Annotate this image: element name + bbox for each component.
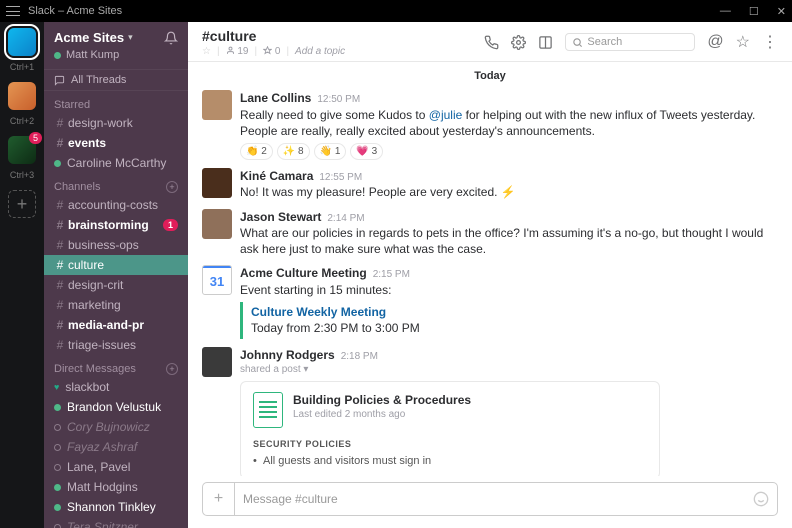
sidebar-item-cory-bujnowicz[interactable]: Cory Bujnowicz — [44, 417, 188, 437]
avatar[interactable] — [202, 90, 232, 120]
sidebar-item-lane-pavel[interactable]: Lane, Pavel — [44, 457, 188, 477]
add-dm-button[interactable]: + — [166, 363, 178, 375]
sidebar-item-design-work[interactable]: #design-work — [44, 113, 188, 133]
pin-count[interactable]: 0 — [263, 46, 280, 57]
reaction[interactable]: 👋 1 — [314, 143, 347, 160]
message-time: 2:15 PM — [373, 268, 410, 282]
sidebar-item-tera-spitzner[interactable]: Tera Spitzner — [44, 517, 188, 528]
channel-header: #culture ☆ | 19 | 0 | Add a topic — [188, 22, 792, 62]
mentions-icon[interactable]: @ — [707, 33, 723, 51]
message: Lane Collins12:50 PMReally need to give … — [202, 86, 778, 164]
message-time: 12:55 PM — [319, 171, 362, 185]
message-time: 2:18 PM — [341, 350, 378, 364]
team-rail: Ctrl+1Ctrl+25Ctrl+3+ — [0, 22, 44, 528]
avatar[interactable] — [202, 209, 232, 239]
chevron-down-icon: ▾ — [128, 32, 133, 43]
message-author[interactable]: Kiné Camara — [240, 168, 313, 184]
gear-icon[interactable] — [511, 35, 526, 50]
message-sub: shared a post ▾ — [240, 363, 778, 377]
sidebar: Acme Sites ▾ Matt Kump All Threads Starr… — [44, 22, 188, 528]
add-team-button[interactable]: + — [8, 190, 36, 218]
message-author[interactable]: Johnny Rodgers — [240, 347, 335, 363]
more-icon[interactable]: ⋮ — [762, 32, 778, 52]
attachment-title[interactable]: Culture Weekly Meeting — [251, 304, 778, 320]
close-button[interactable]: ✕ — [777, 5, 786, 18]
section-dms: Direct Messages + — [44, 355, 188, 377]
maximize-button[interactable]: ☐ — [749, 5, 759, 18]
sidebar-item-media-and-pr[interactable]: #media-and-pr — [44, 315, 188, 335]
message: Johnny Rodgers 2:18 PMshared a post ▾ Buil… — [202, 343, 778, 477]
team-2[interactable] — [8, 82, 36, 110]
mention[interactable]: @julie — [429, 108, 463, 122]
message-list: Today Lane Collins12:50 PMReally need to… — [188, 62, 792, 476]
sidebar-item-shannon-tinkley[interactable]: Shannon Tinkley — [44, 497, 188, 517]
menu-icon[interactable] — [6, 6, 20, 16]
all-threads[interactable]: All Threads — [44, 69, 188, 91]
post-card[interactable]: Building Policies & ProceduresLast edite… — [240, 381, 660, 477]
search-input[interactable]: Search — [565, 33, 695, 51]
avatar[interactable] — [202, 347, 232, 377]
emoji-button[interactable] — [753, 491, 769, 507]
sidebar-item-design-crit[interactable]: #design-crit — [44, 275, 188, 295]
message-author[interactable]: Acme Culture Meeting — [240, 265, 367, 281]
message: Jason Stewart2:14 PMWhat are our policie… — [202, 205, 778, 262]
attach-button[interactable]: + — [202, 482, 234, 516]
sidebar-item-caroline-mccarthy[interactable]: Caroline McCarthy — [44, 153, 188, 173]
channel-name: #culture — [202, 28, 484, 44]
user-name: Matt Kump — [66, 49, 119, 61]
reaction[interactable]: ✨ 8 — [277, 143, 310, 160]
avatar[interactable] — [202, 168, 232, 198]
team-1[interactable] — [8, 28, 36, 56]
star-toolbar-icon[interactable]: ☆ — [736, 32, 750, 52]
sidebar-item-culture[interactable]: #culture — [44, 255, 188, 275]
sidebar-item-brainstorming[interactable]: #brainstorming1 — [44, 215, 188, 235]
presence-dot — [54, 52, 61, 59]
calendar-icon: 31 — [202, 265, 232, 295]
workspace-name: Acme Sites — [54, 30, 124, 45]
sidebar-item-fayaz-ashraf[interactable]: Fayaz Ashraf — [44, 437, 188, 457]
phone-icon[interactable] — [484, 35, 499, 50]
minimize-button[interactable]: — — [720, 5, 731, 18]
user-presence[interactable]: Matt Kump — [44, 49, 188, 69]
attachment-sub: Today from 2:30 PM to 3:00 PM — [251, 320, 778, 336]
sidebar-item-triage-issues[interactable]: #triage-issues — [44, 335, 188, 355]
star-icon[interactable]: ☆ — [202, 46, 211, 57]
window-title: Slack – Acme Sites — [28, 5, 122, 17]
sidebar-item-slackbot[interactable]: ♥slackbot — [44, 377, 188, 397]
sidebar-item-matt-hodgins[interactable]: Matt Hodgins — [44, 477, 188, 497]
team-3[interactable]: 5 — [8, 136, 36, 164]
reaction[interactable]: 👏 2 — [240, 143, 273, 160]
message-input[interactable]: Message #culture — [234, 482, 778, 516]
document-icon — [253, 392, 283, 428]
sidebar-item-marketing[interactable]: #marketing — [44, 295, 188, 315]
composer: + Message #culture — [188, 476, 792, 528]
section-channels: Channels + — [44, 173, 188, 195]
message: 31Acme Culture Meeting2:15 PMEvent start… — [202, 261, 778, 342]
sidebar-item-business-ops[interactable]: #business-ops — [44, 235, 188, 255]
sidebar-item-brandon-velustuk[interactable]: Brandon Velustuk — [44, 397, 188, 417]
message: Kiné Camara12:55 PMNo! It was my pleasur… — [202, 164, 778, 205]
add-channel-button[interactable]: + — [166, 181, 178, 193]
message-time: 2:14 PM — [327, 212, 364, 226]
reaction[interactable]: 💗 3 — [350, 143, 383, 160]
date-divider: Today — [202, 66, 778, 86]
sidebar-item-accounting-costs[interactable]: #accounting-costs — [44, 195, 188, 215]
sidebar-item-events[interactable]: #events — [44, 133, 188, 153]
workspace-switcher[interactable]: Acme Sites ▾ — [44, 22, 188, 49]
titlebar: Slack – Acme Sites — ☐ ✕ — [0, 0, 792, 22]
details-icon[interactable] — [538, 35, 553, 50]
main-pane: #culture ☆ | 19 | 0 | Add a topic — [188, 22, 792, 528]
bell-icon[interactable] — [164, 31, 178, 45]
add-topic[interactable]: Add a topic — [295, 46, 345, 57]
message-author[interactable]: Lane Collins — [240, 90, 311, 106]
section-starred: Starred — [44, 91, 188, 113]
member-count[interactable]: 19 — [226, 46, 249, 57]
message-time: 12:50 PM — [317, 93, 360, 107]
message-author[interactable]: Jason Stewart — [240, 209, 321, 225]
